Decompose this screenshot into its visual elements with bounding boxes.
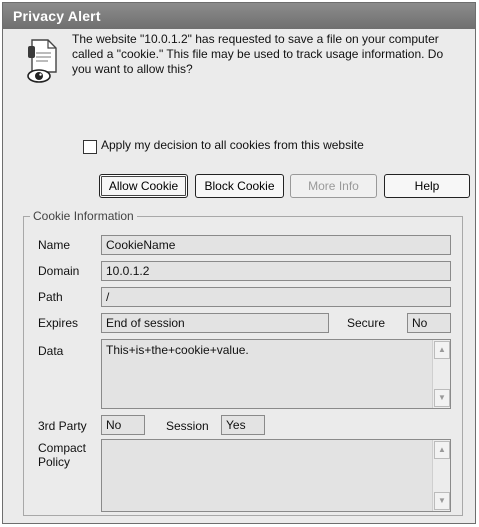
expires-field[interactable]: End of session <box>101 313 329 333</box>
scroll-up-icon[interactable]: ▲ <box>434 341 450 359</box>
name-field[interactable]: CookieName <box>101 235 451 255</box>
scroll-up-icon[interactable]: ▲ <box>434 441 450 459</box>
compact-policy-scrollbar[interactable]: ▲ ▼ <box>432 440 450 511</box>
path-label: Path <box>38 290 63 304</box>
compact-policy-label: Compact Policy <box>38 441 87 469</box>
data-scrollbar[interactable]: ▲ ▼ <box>432 340 450 408</box>
third-party-label: 3rd Party <box>38 419 87 433</box>
help-button[interactable]: Help <box>384 174 470 198</box>
data-value: This+is+the+cookie+value. <box>106 343 249 357</box>
data-label: Data <box>38 344 64 358</box>
apply-all-label[interactable]: Apply my decision to all cookies from th… <box>101 138 364 152</box>
domain-field[interactable]: 10.0.1.2 <box>101 261 451 281</box>
title-bar: Privacy Alert <box>3 3 475 29</box>
name-label: Name <box>38 238 71 252</box>
scroll-down-icon[interactable]: ▼ <box>434 492 450 510</box>
privacy-eye-icon <box>27 39 57 83</box>
compact-policy-textarea[interactable]: ▲ ▼ <box>101 439 451 512</box>
secure-field[interactable]: No <box>407 313 451 333</box>
domain-label: Domain <box>38 264 80 278</box>
third-party-field[interactable]: No <box>101 415 145 435</box>
session-field[interactable]: Yes <box>221 415 265 435</box>
allow-cookie-button[interactable]: Allow Cookie <box>99 174 188 198</box>
window-title: Privacy Alert <box>13 8 101 24</box>
alert-message: The website "10.0.1.2" has requested to … <box>72 32 444 76</box>
secure-label: Secure <box>347 316 386 330</box>
path-field[interactable]: / <box>101 287 451 307</box>
expires-label: Expires <box>38 316 79 330</box>
data-textarea[interactable]: This+is+the+cookie+value. ▲ ▼ <box>101 339 451 409</box>
cookie-information-legend: Cookie Information <box>30 209 137 223</box>
session-label: Session <box>166 419 209 433</box>
apply-all-checkbox[interactable] <box>83 140 97 154</box>
block-cookie-button[interactable]: Block Cookie <box>195 174 284 198</box>
more-info-button[interactable]: More Info <box>290 174 377 198</box>
scroll-down-icon[interactable]: ▼ <box>434 389 450 407</box>
